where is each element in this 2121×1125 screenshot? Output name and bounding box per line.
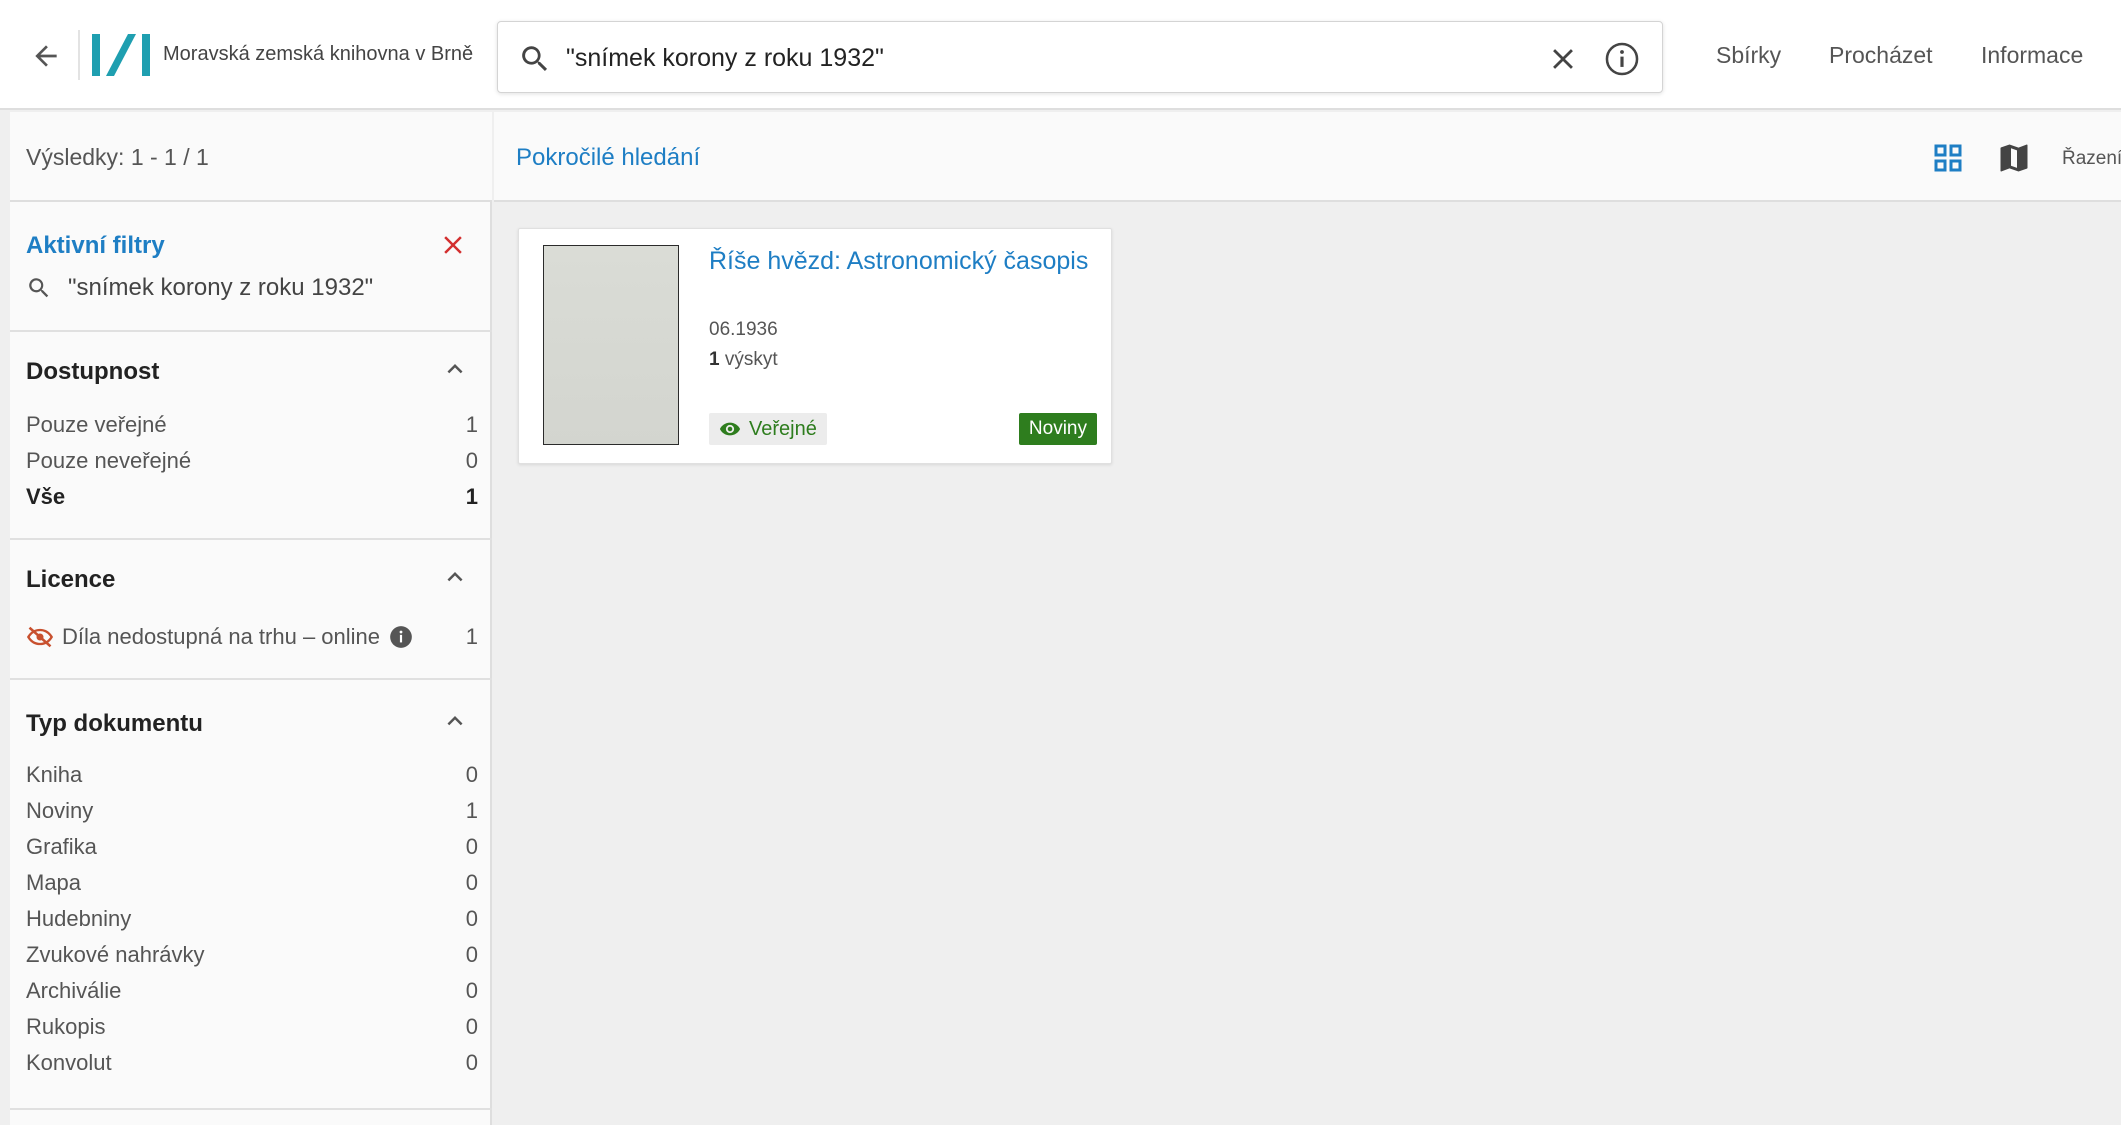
eye-icon xyxy=(719,422,741,436)
availability-section: Dostupnost Pouze veřejné 1 Pouze neveřej… xyxy=(10,332,492,540)
results-header: Výsledky: 1 - 1 / 1 xyxy=(10,112,492,202)
filter-option-selected[interactable]: Vše 1 xyxy=(26,480,478,514)
toolbar: Pokročilé hledání Řazení xyxy=(494,112,2121,202)
chevron-up-icon[interactable] xyxy=(440,354,470,384)
map-view-icon[interactable] xyxy=(1996,140,2032,176)
licence-section: Licence Díla nedostupná na trhu – online… xyxy=(10,540,492,680)
filter-option[interactable]: Grafika 0 xyxy=(26,830,478,864)
filter-option[interactable]: Zvukové nahrávky 0 xyxy=(26,938,478,972)
doc-type-section: Typ dokumentu Kniha 0 Noviny 1 Grafika 0… xyxy=(10,680,492,1110)
grid-view-icon[interactable] xyxy=(1930,140,1966,176)
chevron-up-icon[interactable] xyxy=(440,706,470,736)
doc-type-badge: Noviny xyxy=(1018,413,1097,445)
public-badge-label: Veřejné xyxy=(749,417,817,440)
advanced-search-link[interactable]: Pokročilé hledání xyxy=(516,144,700,172)
filter-option[interactable]: Kniha 0 xyxy=(26,758,478,792)
close-icon[interactable] xyxy=(1546,42,1580,76)
filter-option[interactable]: Hudebniny 0 xyxy=(26,902,478,936)
active-filters-section: Aktivní filtry "snímek korony z roku 193… xyxy=(10,202,492,332)
active-filter-text: "snímek korony z roku 1932" xyxy=(68,274,374,301)
doc-type-title[interactable]: Typ dokumentu xyxy=(26,710,203,738)
filter-option[interactable]: Noviny 1 xyxy=(26,794,478,828)
active-filters-title: Aktivní filtry xyxy=(26,232,165,259)
filter-option[interactable]: Archiválie 0 xyxy=(26,974,478,1008)
search-icon xyxy=(522,46,548,72)
public-badge: Veřejné xyxy=(709,413,827,445)
library-logo-icon[interactable] xyxy=(92,32,152,78)
info-icon[interactable] xyxy=(388,624,414,650)
filters-sidebar: Aktivní filtry "snímek korony z roku 193… xyxy=(10,202,492,1125)
search-box xyxy=(497,21,1663,93)
filter-option[interactable]: Rukopis 0 xyxy=(26,1010,478,1044)
chevron-up-icon[interactable] xyxy=(440,562,470,592)
availability-title[interactable]: Dostupnost xyxy=(26,358,159,386)
nav-collections[interactable]: Sbírky xyxy=(1716,42,1781,69)
filter-option[interactable]: Pouze neveřejné 0 xyxy=(26,444,478,478)
filter-option[interactable]: Pouze veřejné 1 xyxy=(26,408,478,442)
document-thumbnail[interactable] xyxy=(543,245,679,445)
sort-label[interactable]: Řazení xyxy=(2062,148,2121,170)
results-count: Výsledky: 1 - 1 / 1 xyxy=(26,144,209,170)
result-card[interactable]: Říše hvězd: Astronomický časopis 06.1936… xyxy=(518,228,1112,464)
licence-label: Díla nedostupná na trhu – online xyxy=(62,624,381,649)
active-filter-query[interactable]: "snímek korony z roku 1932" xyxy=(26,274,373,302)
search-icon xyxy=(29,278,49,298)
result-date: 06.1936 xyxy=(709,319,778,340)
filter-option[interactable]: Mapa 0 xyxy=(26,866,478,900)
clear-filters-icon[interactable] xyxy=(438,230,468,260)
search-input[interactable] xyxy=(566,36,1426,80)
logo-divider xyxy=(78,30,80,80)
hidden-eye-icon xyxy=(26,626,54,648)
licence-title[interactable]: Licence xyxy=(26,566,115,594)
filter-option[interactable]: Díla nedostupná na trhu – online 1 xyxy=(26,620,478,654)
info-icon[interactable] xyxy=(1603,40,1641,78)
arrow-left-icon xyxy=(35,45,57,67)
filter-option[interactable]: Konvolut 0 xyxy=(26,1046,478,1080)
nav-browse[interactable]: Procházet xyxy=(1829,42,1933,69)
library-name[interactable]: Moravská zemská knihovna v Brně xyxy=(163,43,473,66)
top-bar: Moravská zemská knihovna v Brně Sbírky P… xyxy=(0,0,2121,110)
result-title[interactable]: Říše hvězd: Astronomický časopis xyxy=(709,245,1099,277)
result-occurrences: 1 výskyt xyxy=(709,349,778,370)
nav-information[interactable]: Informace xyxy=(1981,42,2083,69)
back-button[interactable] xyxy=(24,34,68,78)
